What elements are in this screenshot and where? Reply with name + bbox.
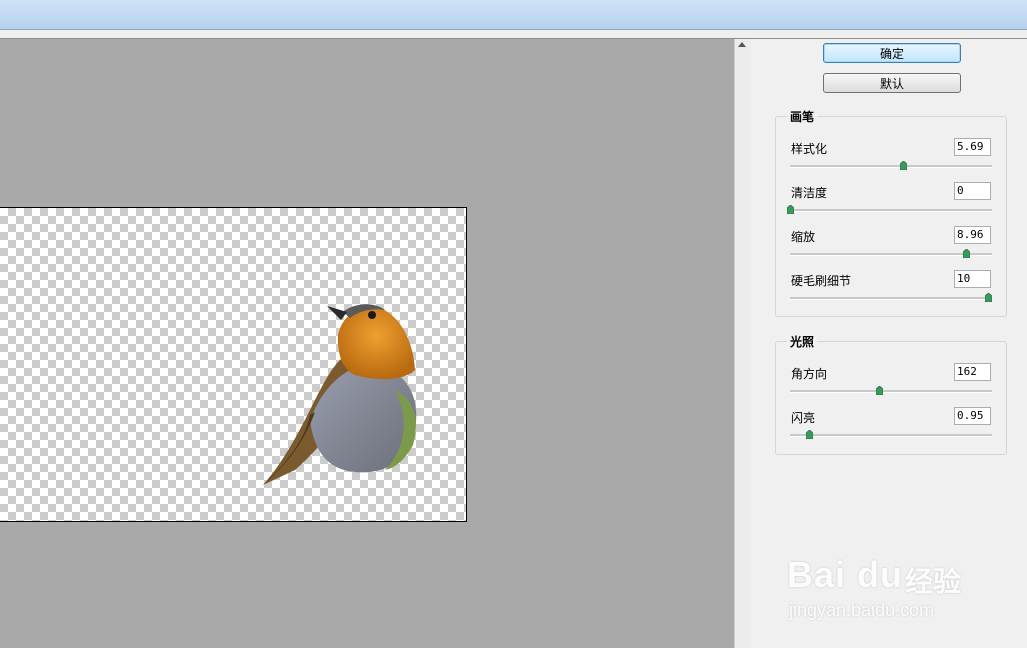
- scale-label: 缩放: [791, 230, 816, 244]
- bird-image: [263, 304, 417, 485]
- cleanliness-label: 清洁度: [791, 186, 828, 200]
- shine-value-field[interactable]: 0.95: [954, 407, 991, 425]
- shine-label: 闪亮: [791, 411, 816, 425]
- ok-button[interactable]: 确定: [823, 43, 961, 63]
- window-title-bar: [0, 0, 1027, 30]
- shine-slider-track[interactable]: [790, 434, 992, 437]
- shine-slider-thumb[interactable]: [805, 430, 813, 439]
- baidu-jingyan-watermark: Bai du 经验 jingyan.baidu.com: [787, 540, 987, 620]
- cleanliness-slider-track[interactable]: [790, 209, 992, 212]
- watermark-url: jingyan.baidu.com: [789, 600, 935, 620]
- stylization-label: 样式化: [791, 142, 828, 156]
- bristle-detail-value-field[interactable]: 10: [954, 270, 991, 288]
- angle-direction-label: 角方向: [791, 367, 828, 381]
- lighting-group-title: 光照: [787, 333, 818, 350]
- stylization-slider-track[interactable]: [790, 165, 992, 168]
- bristle-detail-slider-thumb[interactable]: [985, 293, 992, 302]
- bristle-detail-label: 硬毛刷细节: [791, 274, 852, 288]
- watermark-brand: Bai du: [787, 554, 904, 595]
- default-button[interactable]: 默认: [823, 73, 961, 93]
- menu-strip: [0, 30, 1027, 39]
- cleanliness-slider-thumb[interactable]: [787, 205, 794, 214]
- scale-slider-track[interactable]: [790, 253, 992, 256]
- brush-group-title: 画笔: [787, 108, 818, 125]
- vertical-scrollbar[interactable]: [734, 39, 752, 648]
- stylization-value-field[interactable]: 5.69: [954, 138, 991, 156]
- angle-direction-value-field[interactable]: 162: [954, 363, 991, 381]
- angle-direction-slider-track[interactable]: [790, 390, 992, 393]
- cleanliness-value-field[interactable]: 0: [954, 182, 991, 200]
- bristle-detail-slider-track[interactable]: [790, 297, 992, 300]
- scale-value-field[interactable]: 8.96: [954, 226, 991, 244]
- scale-slider-thumb[interactable]: [963, 249, 971, 258]
- stylization-slider-thumb[interactable]: [899, 161, 907, 170]
- scroll-up-arrow-icon[interactable]: [738, 42, 746, 47]
- angle-direction-slider-thumb[interactable]: [876, 386, 884, 395]
- watermark-suffix: 经验: [905, 565, 962, 598]
